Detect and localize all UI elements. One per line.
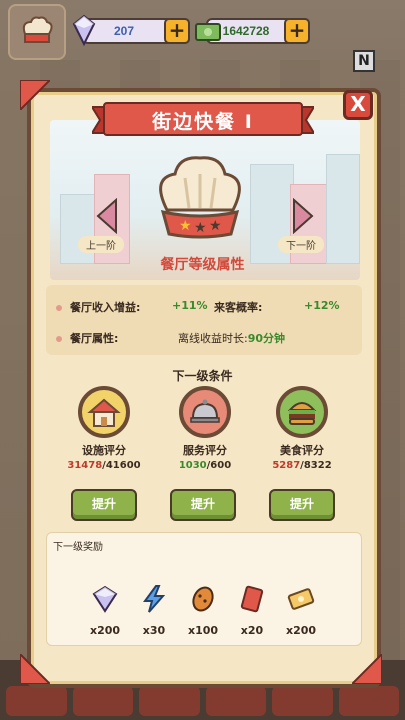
prop-label: 餐厅属性: xyxy=(70,332,119,345)
corner-ornament xyxy=(20,80,50,110)
bottom-nav-tab[interactable] xyxy=(205,686,266,716)
cash-icon xyxy=(195,23,221,41)
reward-item: x20 xyxy=(227,584,277,637)
corner-ornament xyxy=(20,654,50,684)
gem-icon xyxy=(72,14,96,47)
prev-tier-label[interactable]: 上一阶 xyxy=(78,236,124,253)
prop-row: 餐厅属性: xyxy=(56,330,118,346)
bottom-nav-tab[interactable] xyxy=(72,686,133,716)
condition-progress: 5287/8322 xyxy=(272,460,332,471)
bullet-dot xyxy=(56,336,62,342)
cloche-icon xyxy=(190,399,220,423)
next-tier-arrow[interactable] xyxy=(290,198,316,234)
svg-text:★: ★ xyxy=(209,218,222,234)
rewards-title: 下一级奖励 xyxy=(53,542,103,553)
chef-hat-icon: ★ ★ ★ xyxy=(159,156,241,239)
svg-text:★: ★ xyxy=(194,220,207,236)
gold-ticket-icon xyxy=(287,588,315,610)
svg-text:★: ★ xyxy=(179,218,192,234)
reward-item: x200 xyxy=(80,584,130,637)
burger-icon xyxy=(287,402,317,425)
condition-progress: 1030/600 xyxy=(178,460,232,471)
add-cash-button[interactable]: + xyxy=(284,18,310,44)
cookie-icon xyxy=(192,586,214,612)
reward-qty: x100 xyxy=(187,624,219,637)
reward-qty: x20 xyxy=(240,624,264,637)
cash-counter: 1642728 + xyxy=(195,18,310,44)
offline-row: 离线收益时长:90分钟 xyxy=(178,330,285,346)
reward-item: x200 xyxy=(276,584,326,637)
condition-icon-circle xyxy=(276,386,328,438)
upgrade-facility-button[interactable]: 提升 xyxy=(71,489,137,521)
income-value: +11% xyxy=(172,299,208,312)
add-gems-button[interactable]: + xyxy=(164,18,190,44)
scene-title: 餐厅等级属性 xyxy=(160,257,245,273)
new-badge[interactable]: N xyxy=(353,50,375,72)
reward-item: x100 xyxy=(178,584,228,637)
condition-name: 设施评分 xyxy=(82,444,126,457)
lightning-icon xyxy=(143,585,166,613)
title-ribbon: 街边快餐 Ⅰ xyxy=(92,101,314,139)
reward-qty: x200 xyxy=(89,624,121,637)
condition-facility: 设施评分 31478/41600 xyxy=(64,386,144,471)
next-tier-label[interactable]: 下一阶 xyxy=(278,236,324,253)
panel-title: 街边快餐 Ⅰ xyxy=(152,111,254,133)
upgrade-food-button[interactable]: 提升 xyxy=(269,489,335,521)
red-ticket-icon xyxy=(240,585,264,613)
bottom-nav-tab[interactable] xyxy=(139,686,200,716)
bullet-dot xyxy=(56,305,62,311)
offline-value: 90分钟 xyxy=(247,332,286,345)
prev-tier-arrow[interactable] xyxy=(94,198,120,234)
corner-ornament xyxy=(352,654,382,684)
condition-name: 服务评分 xyxy=(183,444,227,457)
condition-progress: 31478/41600 xyxy=(67,460,141,471)
gem-counter: 207 + xyxy=(72,14,190,47)
condition-food: 美食评分 5287/8322 xyxy=(262,386,342,471)
income-row: 餐厅收入增益: xyxy=(56,299,140,315)
condition-icon-circle xyxy=(78,386,130,438)
reward-qty: x200 xyxy=(285,624,317,637)
bottom-nav-tab[interactable] xyxy=(6,686,67,716)
condition-service: 服务评分 1030/600 xyxy=(165,386,245,471)
visitor-label: 来客概率: xyxy=(214,301,263,314)
bottom-nav-tab[interactable] xyxy=(272,686,333,716)
income-label: 餐厅收入增益: xyxy=(70,301,141,314)
restaurant-avatar[interactable] xyxy=(8,4,66,60)
chef-hat-icon xyxy=(22,16,53,43)
building xyxy=(326,154,360,264)
close-button[interactable]: X xyxy=(343,90,373,120)
bottom-nav-tab[interactable] xyxy=(338,686,399,716)
reward-qty: x30 xyxy=(142,624,166,637)
visitor-value: +12% xyxy=(304,299,340,312)
offline-label: 离线收益时长: xyxy=(178,332,248,345)
conditions-title: 下一级条件 xyxy=(172,369,233,383)
condition-icon-circle xyxy=(179,386,231,438)
gem-icon xyxy=(92,585,118,613)
reward-item: x30 xyxy=(129,584,179,637)
upgrade-service-button[interactable]: 提升 xyxy=(170,489,236,521)
house-icon xyxy=(87,398,121,427)
condition-name: 美食评分 xyxy=(280,444,324,457)
